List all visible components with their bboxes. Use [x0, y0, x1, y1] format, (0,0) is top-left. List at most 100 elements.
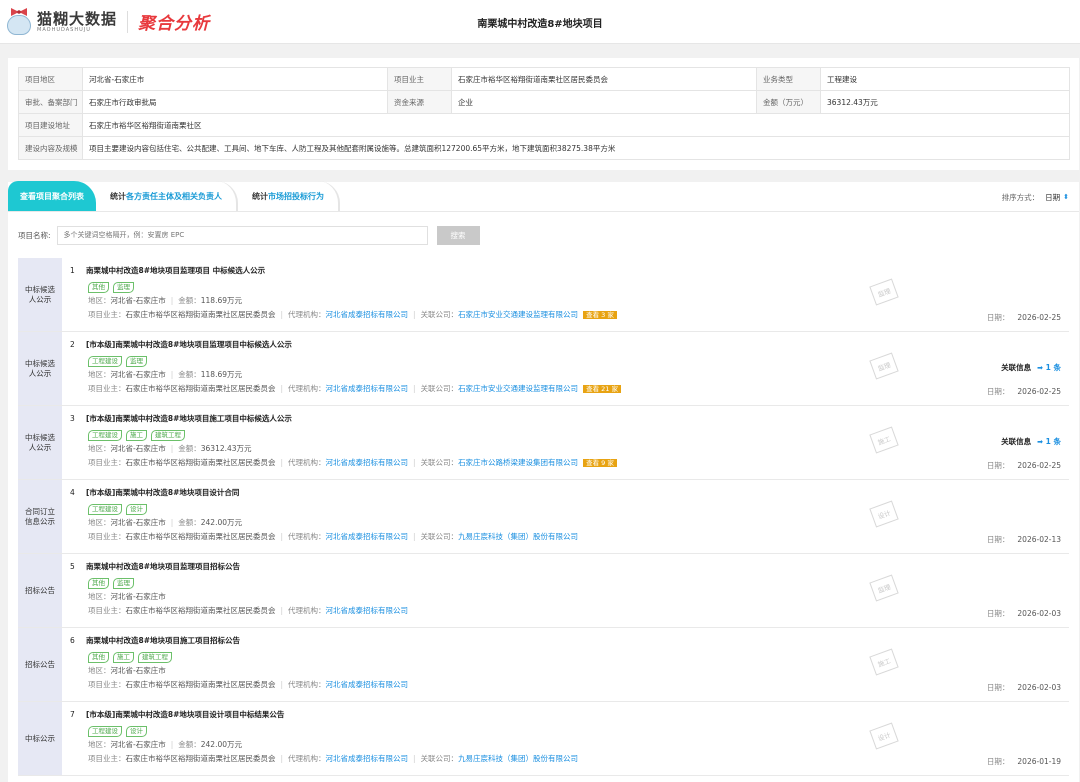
notice-type: 中标候选人公示 — [18, 406, 62, 479]
row-number: 6 — [70, 636, 75, 645]
owner-label: 项目业主： — [88, 532, 126, 541]
sort-control[interactable]: 排序方式： 日期 ⬍ — [1002, 192, 1069, 203]
view-companies-badge[interactable]: 查看 3 家 — [583, 311, 617, 319]
agent-link[interactable]: 河北省成泰招标有限公司 — [326, 384, 409, 393]
area-line: 地区：河北省-石家庄市 — [88, 665, 1069, 677]
notice-type: 招标公告 — [18, 554, 62, 627]
info-business-type: 工程建设 — [820, 67, 1070, 91]
list-item[interactable]: 中标候选人公示 3 [市本级]南栗城中村改造8#地块项目施工项目中标候选人公示 工… — [18, 406, 1069, 480]
info-key: 项目建设地址 — [18, 113, 83, 137]
notice-type: 合同订立信息公示 — [18, 480, 62, 553]
list-item[interactable]: 招标公告 6 南栗城中村改造8#地块项目施工项目招标公告 其他 施工 建筑工程 地区：… — [18, 628, 1069, 702]
list-item[interactable]: 中标候选人公示 1 南栗城中村改造8#地块项目监理项目 中标候选人公示 其他 监理 … — [18, 258, 1069, 332]
tab-bar: 查看 项目聚合列表 统计 各方责任主体及相关负责人 统计 市场招投标行为 排序方式： … — [8, 181, 1079, 212]
related-info[interactable]: 关联信息 ➡ 1 条 — [1001, 436, 1061, 447]
money-value: 36312.43万元 — [200, 444, 252, 453]
row-number: 2 — [70, 340, 75, 349]
related-count: 1 — [1045, 437, 1051, 446]
notice-type: 招标公告 — [18, 628, 62, 701]
logo[interactable]: 猫糊大数据 MAOHUDASHUJU — [6, 7, 117, 37]
related-count: 1 — [1045, 363, 1051, 372]
notice-title[interactable]: 7 [市本级]南栗城中村改造8#地块项目设计项目中标结果公告 — [70, 709, 1069, 721]
company-link[interactable]: 石家庄市公路桥梁建设集团有限公司 — [458, 458, 578, 467]
list-item[interactable]: 合同订立信息公示 4 [市本级]南栗城中村改造8#地块项目设计合同 工程建设 设计 … — [18, 480, 1069, 554]
info-amount: 36312.43万元 — [820, 90, 1070, 114]
separator: | — [413, 532, 416, 541]
search-input[interactable] — [56, 225, 428, 245]
view-companies-badge[interactable]: 查看 21 家 — [583, 385, 621, 393]
date-label: 日期： — [986, 609, 1010, 618]
tag-list: 工程建设 监理 — [88, 356, 1069, 367]
result-list: 中标候选人公示 1 南栗城中村改造8#地块项目监理项目 中标候选人公示 其他 监理 … — [18, 258, 1069, 776]
agent-label: 代理机构： — [288, 384, 326, 393]
project-list-card: 查看 项目聚合列表 统计 各方责任主体及相关负责人 统计 市场招投标行为 排序方式： … — [8, 181, 1079, 782]
notice-title[interactable]: 1 南栗城中村改造8#地块项目监理项目 中标候选人公示 — [70, 265, 1069, 277]
top-header: 猫糊大数据 MAOHUDASHUJU 聚合分析 南栗城中村改造8#地块项目 — [0, 0, 1080, 44]
list-item[interactable]: 招标公告 5 南栗城中村改造8#地块项目监理项目招标公告 其他 监理 地区：河北省-… — [18, 554, 1069, 628]
tag-list: 其他 监理 — [88, 578, 1069, 589]
tab-responsible-parties[interactable]: 统计 各方责任主体及相关负责人 — [96, 181, 238, 211]
owner-label: 项目业主： — [88, 384, 126, 393]
list-item[interactable]: 中标候选人公示 2 [市本级]南栗城中村改造8#地块项目监理项目中标候选人公示 工… — [18, 332, 1069, 406]
notice-title[interactable]: 4 [市本级]南栗城中村改造8#地块项目设计合同 — [70, 487, 1069, 499]
sort-value: 日期 — [1045, 193, 1061, 202]
company-link[interactable]: 九易庄宸科技（集团）股份有限公司 — [458, 754, 578, 763]
agent-link[interactable]: 河北省成泰招标有限公司 — [326, 532, 409, 541]
agent-label: 代理机构： — [288, 458, 326, 467]
row-number: 5 — [70, 562, 75, 571]
info-key: 项目业主 — [387, 67, 452, 91]
separator: | — [280, 606, 284, 615]
owner-value: 石家庄市裕华区裕翔街道南栗社区居民委员会 — [125, 532, 276, 541]
date-label: 日期： — [986, 535, 1010, 544]
category-tag: 设计 — [126, 504, 147, 515]
date-value: 2026-01-19 — [1017, 757, 1061, 766]
category-tag: 建筑工程 — [151, 430, 185, 441]
category-tag: 工程建设 — [88, 430, 122, 441]
related-info[interactable]: 关联信息 ➡ 1 条 — [1001, 362, 1061, 373]
parties-line: 项目业主：石家庄市裕华区裕翔街道南栗社区居民委员会 | 代理机构：河北省成泰招标有限… — [88, 605, 1069, 617]
info-fund-source: 企业 — [451, 90, 757, 114]
money-label: 金额： — [178, 518, 201, 527]
separator: | — [413, 458, 416, 467]
company-link[interactable]: 九易庄宸科技（集团）股份有限公司 — [458, 532, 578, 541]
parties-line: 项目业主：石家庄市裕华区裕翔街道南栗社区居民委员会 | 代理机构：河北省成泰招标有限… — [88, 679, 1069, 691]
agent-link[interactable]: 河北省成泰招标有限公司 — [326, 310, 409, 319]
list-item[interactable]: 中标公示 7 [市本级]南栗城中村改造8#地块项目设计项目中标结果公告 工程建设设… — [18, 702, 1069, 776]
agent-link[interactable]: 河北省成泰招标有限公司 — [326, 606, 409, 615]
search-button[interactable]: 搜索 — [436, 225, 480, 245]
view-companies-badge[interactable]: 查看 9 家 — [583, 459, 617, 467]
date-value: 2026-02-25 — [1017, 313, 1061, 322]
company-link[interactable]: 石家庄市安业交通建设监理有限公司 — [458, 384, 578, 393]
notice-type: 中标公示 — [18, 702, 62, 775]
row-number: 1 — [70, 266, 75, 275]
category-tag: 施工 — [113, 652, 134, 663]
area-value: 河北省-石家庄市 — [110, 592, 166, 601]
tag-list: 其他 监理 — [88, 282, 1069, 293]
area-label: 地区： — [88, 666, 111, 675]
parties-line: 项目业主：石家庄市裕华区裕翔街道南栗社区居民委员会 | 代理机构：河北省成泰招标有限… — [88, 531, 1069, 543]
notice-title[interactable]: 6 南栗城中村改造8#地块项目施工项目招标公告 — [70, 635, 1069, 647]
notice-title[interactable]: 2 [市本级]南栗城中村改造8#地块项目监理项目中标候选人公示 — [70, 339, 1069, 351]
notice-title[interactable]: 5 南栗城中村改造8#地块项目监理项目招标公告 — [70, 561, 1069, 573]
row-number: 7 — [70, 710, 75, 719]
tab-label: 项目聚合列表 — [36, 191, 84, 201]
divider — [127, 10, 129, 33]
agent-link[interactable]: 河北省成泰招标有限公司 — [326, 458, 409, 467]
agent-link[interactable]: 河北省成泰招标有限公司 — [326, 680, 409, 689]
agent-link[interactable]: 河北省成泰招标有限公司 — [326, 754, 409, 763]
owner-value: 石家庄市裕华区裕翔街道南栗社区居民委员会 — [125, 680, 276, 689]
notice-title[interactable]: 3 [市本级]南栗城中村改造8#地块项目施工项目中标候选人公示 — [70, 413, 1069, 425]
notice-type: 中标候选人公示 — [18, 258, 62, 331]
agent-label: 代理机构： — [288, 680, 326, 689]
date-value: 2026-02-25 — [1017, 461, 1061, 470]
owner-label: 项目业主： — [88, 606, 126, 615]
company-link[interactable]: 石家庄市安业交通建设监理有限公司 — [458, 310, 578, 319]
search-label: 项目名称: — [18, 230, 51, 240]
tab-market-bidding[interactable]: 统计 市场招投标行为 — [238, 181, 340, 211]
date-value: 2026-02-03 — [1017, 683, 1061, 692]
money-label: 金额： — [178, 370, 201, 379]
tab-aggregate-list[interactable]: 查看 项目聚合列表 — [8, 181, 96, 211]
separator: | — [280, 310, 284, 319]
notice-type: 中标候选人公示 — [18, 332, 62, 405]
area-label: 地区： — [88, 370, 111, 379]
